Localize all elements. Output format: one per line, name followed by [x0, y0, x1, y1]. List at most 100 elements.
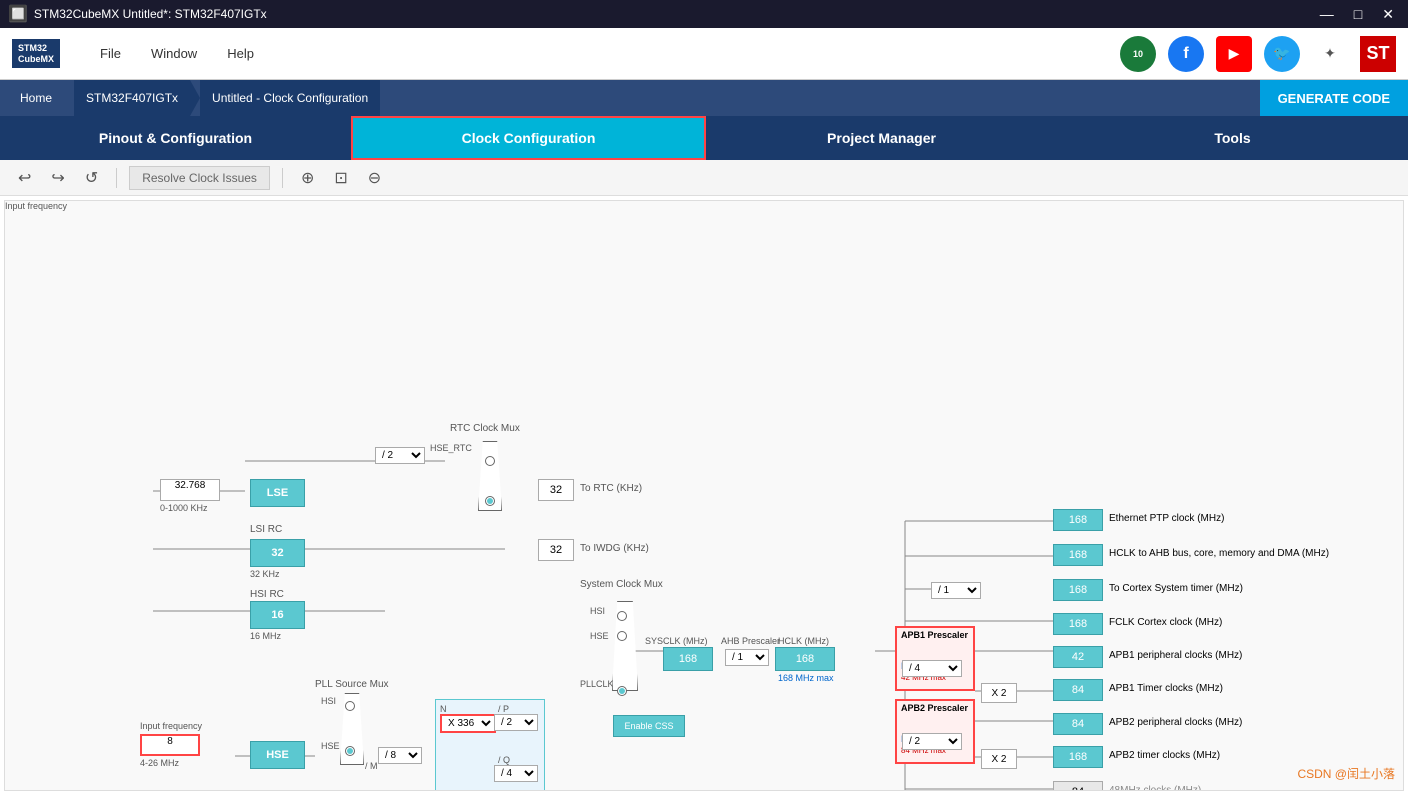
fit-button[interactable]: ⊡ — [328, 164, 353, 192]
apb2-x2: X 2 — [981, 749, 1017, 769]
pll-q-select[interactable]: / 4/ 2/ 6/ 8 — [494, 765, 538, 782]
pll-hsi-label: HSI — [321, 696, 336, 706]
breadcrumb-bar: Home STM32F407IGTx Untitled - Clock Conf… — [0, 80, 1408, 116]
pll-n-label: N — [440, 704, 447, 714]
window-menu[interactable]: Window — [151, 46, 197, 61]
breadcrumb-arrow-1 — [64, 80, 74, 116]
apb1-peri-label: APB1 peripheral clocks (MHz) — [1109, 650, 1242, 661]
refresh-button[interactable]: ↺ — [79, 164, 104, 192]
diagram-area: Input frequency 32.768 0-1000 KHz LSE LS… — [4, 200, 1404, 791]
apb1-timer-label: APB1 Timer clocks (MHz) — [1109, 683, 1223, 694]
breadcrumb-device[interactable]: STM32F407IGTx — [74, 80, 190, 116]
hsi-box: 16 — [250, 601, 305, 629]
rtc-radio-2[interactable] — [485, 496, 495, 506]
apb1-peri-value[interactable]: 42 — [1053, 646, 1103, 668]
pll-q-label: / Q — [498, 755, 510, 765]
cortex-timer-value[interactable]: 168 — [1053, 579, 1103, 601]
pll-radio-hse[interactable] — [345, 746, 355, 756]
logo-area: STM32CubeMX — [12, 39, 60, 69]
zoom-in-button[interactable]: ⊕ — [295, 164, 320, 192]
menu-items: File Window Help — [100, 46, 254, 61]
lse-box: LSE — [250, 479, 305, 507]
file-menu[interactable]: File — [100, 46, 121, 61]
apb2-peri-value[interactable]: 84 — [1053, 713, 1103, 735]
pll-m-select[interactable]: / 8/ 4/ 2 — [378, 747, 422, 764]
pll-p-select[interactable]: / 2/ 4/ 6/ 8 — [494, 714, 538, 731]
lsi-box: 32 — [250, 539, 305, 567]
zoom-out-button[interactable]: ⊖ — [362, 164, 387, 192]
enable-css-button[interactable]: Enable CSS — [613, 715, 685, 737]
apb1-timer-value[interactable]: 84 — [1053, 679, 1103, 701]
resolve-clock-button[interactable]: Resolve Clock Issues — [129, 166, 270, 190]
titlebar-left: 🔲 STM32CubeMX Untitled*: STM32F407IGTx — [8, 4, 267, 24]
tab-project[interactable]: Project Manager — [706, 116, 1057, 160]
titlebar-title: STM32CubeMX Untitled*: STM32F407IGTx — [34, 7, 267, 21]
rtc-mux-label: RTC Clock Mux — [450, 423, 520, 434]
lse-freq-input[interactable]: 32.768 — [160, 479, 220, 501]
hse-rtc-label: HSE_RTC — [430, 443, 472, 453]
pll-radio-hsi[interactable] — [345, 701, 355, 711]
close-button[interactable]: ✕ — [1376, 4, 1400, 25]
apb1-pre-label: APB1 Prescaler — [897, 628, 973, 642]
cortex-prescaler-select[interactable]: / 1/ 8 — [931, 582, 981, 599]
ahb-prescaler-select[interactable]: / 1/ 2/ 4 — [725, 649, 769, 666]
hclk-ahb-label: HCLK to AHB bus, core, memory and DMA (M… — [1109, 548, 1329, 559]
apb2-timer-value[interactable]: 168 — [1053, 746, 1103, 768]
hsi-sysclk-label: HSI — [590, 606, 605, 616]
undo-button[interactable]: ↩ — [12, 164, 37, 192]
version-icon: 10 — [1120, 36, 1156, 72]
apb2-prescaler-box: APB2 Prescaler / 2/ 1/ 4 PCLK2 84 MHz ma… — [895, 699, 975, 764]
hsi-label: 16 MHz — [250, 631, 281, 641]
hse-box: HSE — [250, 741, 305, 769]
toolbar: ↩ ↪ ↺ Resolve Clock Issues ⊕ ⊡ ⊖ — [0, 160, 1408, 196]
hse-range-label: 4-26 MHz — [140, 758, 179, 768]
hclk-value[interactable]: 168 — [775, 647, 835, 671]
eth-ptp-value[interactable]: 168 — [1053, 509, 1103, 531]
sysclk-mhz-label: SYSCLK (MHz) — [645, 636, 708, 646]
iwdg-output-value[interactable]: 32 — [538, 539, 574, 561]
network-icon: ✦ — [1312, 36, 1348, 72]
generate-code-button[interactable]: GENERATE CODE — [1260, 80, 1408, 116]
hclk-mhz-label: HCLK (MHz) — [778, 636, 829, 646]
sysclk-radio-pll[interactable] — [617, 686, 627, 696]
lsi-label: 32 KHz — [250, 569, 280, 579]
hclk-ahb-value[interactable]: 168 — [1053, 544, 1103, 566]
tab-clock[interactable]: Clock Configuration — [351, 116, 706, 160]
redo-button[interactable]: ↪ — [45, 164, 70, 192]
help-menu[interactable]: Help — [227, 46, 254, 61]
hse-freq-input[interactable]: 8 — [140, 734, 200, 756]
clk48-value[interactable]: 84 — [1053, 781, 1103, 791]
breadcrumb-home[interactable]: Home — [8, 80, 64, 116]
maximize-button[interactable]: □ — [1348, 4, 1368, 25]
fclk-label: FCLK Cortex clock (MHz) — [1109, 617, 1222, 628]
apb1-prescaler-select[interactable]: / 4/ 2/ 1/ 8 — [902, 660, 962, 677]
sysclk-mux-label: System Clock Mux — [580, 579, 663, 590]
menubar: STM32CubeMX File Window Help 10 f ▶ 🐦 ✦ … — [0, 28, 1408, 80]
sysclk-radio-hsi[interactable] — [617, 611, 627, 621]
pll-hse-label: HSE — [321, 741, 340, 751]
apb2-prescaler-select[interactable]: / 2/ 1/ 4 — [902, 733, 962, 750]
pll-n-select[interactable]: X 336X 192X 400 — [440, 714, 496, 733]
lsi-rc-label: LSI RC — [250, 524, 282, 535]
titlebar-controls[interactable]: — □ ✕ — [1314, 4, 1400, 25]
fclk-value[interactable]: 168 — [1053, 613, 1103, 635]
menu-icons: 10 f ▶ 🐦 ✦ ST — [1120, 36, 1396, 72]
apb2-peri-label: APB2 peripheral clocks (MHz) — [1109, 717, 1242, 728]
eth-ptp-label: Ethernet PTP clock (MHz) — [1109, 513, 1224, 524]
tab-tools[interactable]: Tools — [1057, 116, 1408, 160]
sysclk-value[interactable]: 168 — [663, 647, 713, 671]
rtc-radio-1[interactable] — [485, 456, 495, 466]
apb1-x2: X 2 — [981, 683, 1017, 703]
hse-freq-label: Input frequency — [140, 721, 202, 731]
sysclk-radio-hse[interactable] — [617, 631, 627, 641]
rtc-output-value[interactable]: 32 — [538, 479, 574, 501]
main-pll-box: Main PLL N X 336X 192X 400 / P / 2/ 4/ 6… — [435, 699, 545, 791]
lse-freq-label: Input frequency — [5, 201, 67, 211]
toolbar-separator — [116, 168, 117, 188]
rtc-hse-div-select[interactable]: / 2/ 4/ 8 — [375, 447, 425, 464]
app-icon: 🔲 — [8, 4, 28, 24]
breadcrumb-current[interactable]: Untitled - Clock Configuration — [200, 80, 380, 116]
youtube-icon: ▶ — [1216, 36, 1252, 72]
minimize-button[interactable]: — — [1314, 4, 1340, 25]
tab-pinout[interactable]: Pinout & Configuration — [0, 116, 351, 160]
